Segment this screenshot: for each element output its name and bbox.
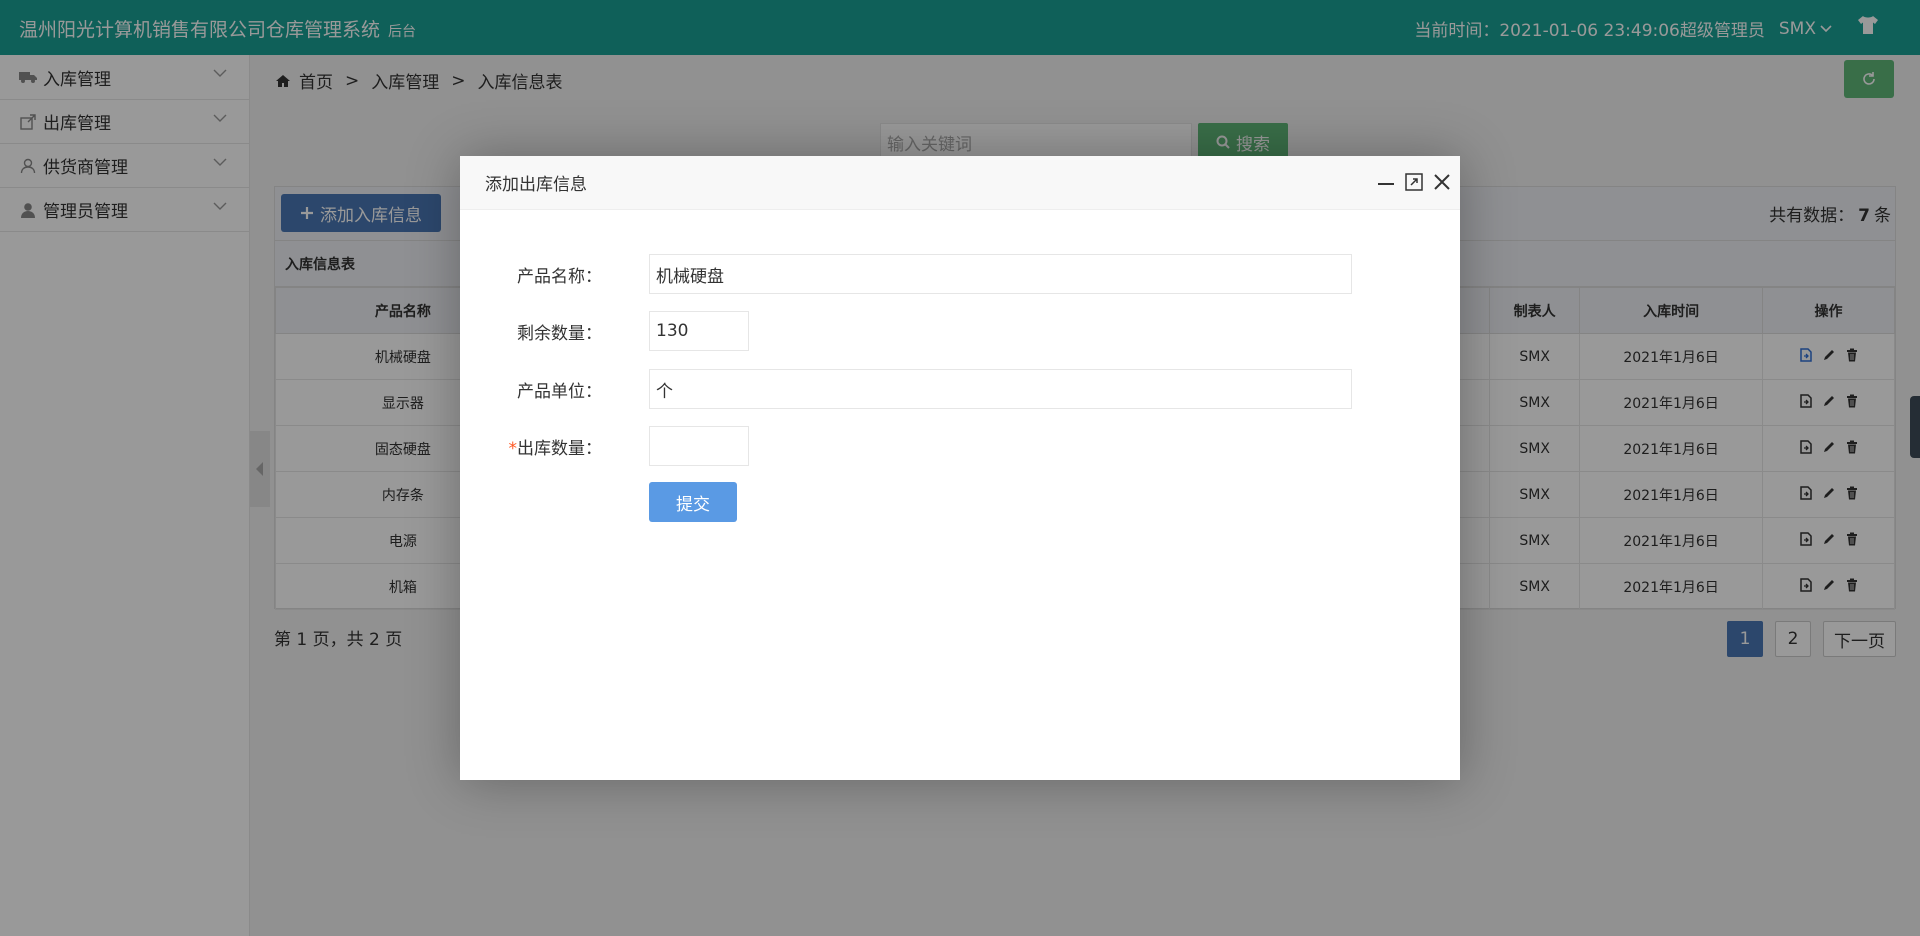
maximize-icon[interactable] bbox=[1404, 172, 1424, 192]
close-icon[interactable] bbox=[1432, 172, 1452, 192]
modal-controls bbox=[1376, 172, 1452, 192]
outbound-qty-label: *出库数量： bbox=[509, 434, 603, 459]
unit-label: 产品单位： bbox=[517, 382, 602, 402]
remaining-label: 剩余数量： bbox=[517, 324, 602, 344]
form-row-product-name: 产品名称： 机械硬盘 bbox=[460, 254, 1460, 294]
unit-input[interactable]: 个 bbox=[649, 369, 1352, 409]
form-row-outbound-qty: *出库数量： bbox=[460, 426, 1460, 466]
remaining-input[interactable]: 130 bbox=[649, 311, 749, 351]
form-row-unit: 产品单位： 个 bbox=[460, 369, 1460, 409]
submit-button[interactable]: 提交 bbox=[649, 482, 737, 522]
modal-title: 添加出库信息 bbox=[460, 156, 1460, 210]
outbound-qty-input[interactable] bbox=[649, 426, 749, 466]
form-row-remaining: 剩余数量： 130 bbox=[460, 311, 1460, 351]
required-mark: * bbox=[508, 439, 518, 459]
minimize-icon[interactable] bbox=[1376, 172, 1396, 192]
add-outbound-modal: 添加出库信息 产品名称： 机械硬盘 剩余数量： 130 产品单位： 个 *出库数… bbox=[460, 156, 1460, 780]
outbound-qty-label-text: 出库数量： bbox=[517, 439, 602, 459]
product-name-label: 产品名称： bbox=[517, 267, 602, 287]
product-name-input[interactable]: 机械硬盘 bbox=[649, 254, 1352, 294]
